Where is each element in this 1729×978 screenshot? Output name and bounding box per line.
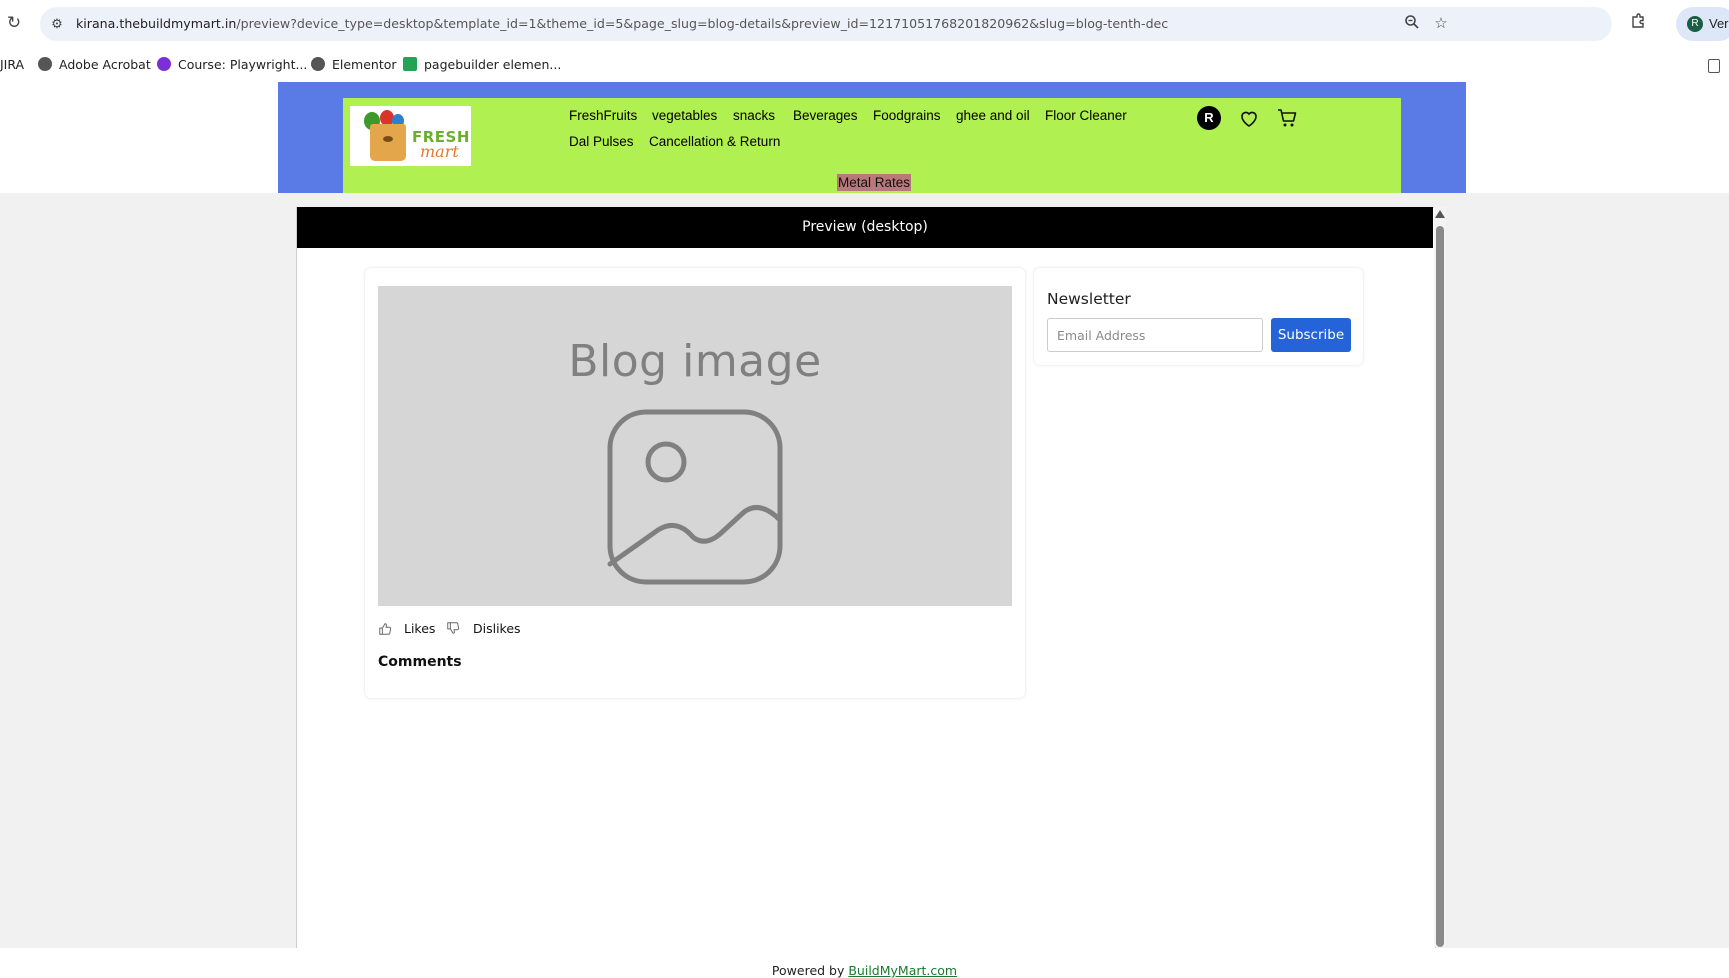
- bookmark-label: Elementor: [332, 57, 397, 72]
- blog-image-text: Blog image: [568, 336, 822, 387]
- globe-icon: [311, 57, 325, 71]
- nav-metal-rates[interactable]: Metal Rates: [837, 174, 912, 191]
- logo-bag-icon: [370, 124, 406, 161]
- image-placeholder-icon: [607, 409, 783, 585]
- bookmark-star-icon[interactable]: ☆: [1431, 14, 1451, 34]
- bookmark-jira[interactable]: JIRA: [0, 48, 24, 82]
- nav-vegetables[interactable]: vegetables: [652, 108, 717, 123]
- nav-dal-pulses[interactable]: Dal Pulses: [569, 134, 634, 149]
- subscribe-button[interactable]: Subscribe: [1271, 318, 1351, 352]
- wishlist-heart-icon[interactable]: [1237, 106, 1261, 130]
- nav-foodgrains[interactable]: Foodgrains: [873, 108, 941, 123]
- preview-title-bar: Preview (desktop): [297, 207, 1433, 248]
- comments-heading: Comments: [378, 654, 462, 670]
- email-field[interactable]: [1047, 318, 1263, 352]
- url-host: kirana.thebuildmymart.in: [76, 16, 237, 31]
- browser-toolbar: ↻ ⚙ kirana.thebuildmymart.in/preview?dev…: [0, 0, 1729, 48]
- nav-snacks[interactable]: snacks: [733, 108, 775, 123]
- bookmark-elementor[interactable]: Elementor: [311, 48, 397, 82]
- profile-avatar: R: [1687, 16, 1703, 32]
- powered-by-label: Powered by: [771, 963, 845, 978]
- profile-label: Ver: [1709, 16, 1729, 31]
- bookmark-label: JIRA: [0, 57, 25, 72]
- course-icon: [157, 57, 171, 71]
- powered-by-text: Powered by BuildMyMart.com: [0, 963, 1729, 978]
- address-bar[interactable]: ⚙ kirana.thebuildmymart.in/preview?devic…: [40, 7, 1612, 41]
- likes-label[interactable]: Likes: [404, 619, 435, 639]
- logo-bag-handle: [383, 136, 393, 142]
- url-text[interactable]: kirana.thebuildmymart.in/preview?device_…: [76, 7, 1168, 41]
- nav-floor-cleaner[interactable]: Floor Cleaner: [1045, 108, 1127, 123]
- bookmark-label: pagebuilder elemen...: [424, 57, 562, 72]
- buildmymart-link[interactable]: BuildMyMart.com: [848, 963, 957, 978]
- nav-cancellation-return[interactable]: Cancellation & Return: [649, 134, 780, 149]
- nav-ghee-and-oil[interactable]: ghee and oil: [956, 108, 1030, 123]
- bookmark-label: Course: Playwright...: [178, 57, 308, 72]
- logo-mart-text: mart: [420, 142, 459, 161]
- scrollbar-thumb[interactable]: [1436, 226, 1444, 947]
- all-bookmarks-icon[interactable]: [1708, 59, 1720, 73]
- nav-beverages[interactable]: Beverages: [793, 108, 858, 123]
- cart-icon[interactable]: [1276, 106, 1300, 130]
- bookmark-adobe-acrobat[interactable]: Adobe Acrobat: [38, 48, 151, 82]
- newsletter-title: Newsletter: [1047, 290, 1131, 308]
- bookmark-course-playwright[interactable]: Course: Playwright...: [157, 48, 307, 82]
- blog-image-placeholder: Blog image: [378, 286, 1012, 606]
- sheets-icon: [403, 57, 417, 71]
- bookmark-label: Adobe Acrobat: [59, 57, 151, 72]
- url-path: /preview?device_type=desktop&template_id…: [236, 16, 1169, 31]
- nav-freshfruits[interactable]: FreshFruits: [569, 108, 637, 123]
- profile-button[interactable]: R Ver: [1676, 7, 1729, 41]
- thumbs-up-icon[interactable]: [378, 619, 392, 642]
- scroll-up-arrow-icon[interactable]: [1435, 210, 1445, 218]
- globe-icon: [38, 57, 52, 71]
- zoom-icon[interactable]: [1402, 14, 1422, 34]
- site-logo[interactable]: FRESH mart: [350, 106, 471, 166]
- reload-icon[interactable]: ↻: [4, 13, 24, 33]
- dislikes-label[interactable]: Dislikes: [473, 619, 521, 639]
- bookmarks-bar: JIRA Adobe Acrobat Course: Playwright...…: [0, 48, 1729, 82]
- user-avatar[interactable]: R: [1197, 106, 1221, 130]
- site-info-icon[interactable]: ⚙: [48, 15, 66, 33]
- bookmark-pagebuilder[interactable]: pagebuilder elemen...: [403, 48, 561, 82]
- thumbs-down-icon[interactable]: [446, 619, 460, 641]
- extensions-icon[interactable]: [1627, 13, 1649, 35]
